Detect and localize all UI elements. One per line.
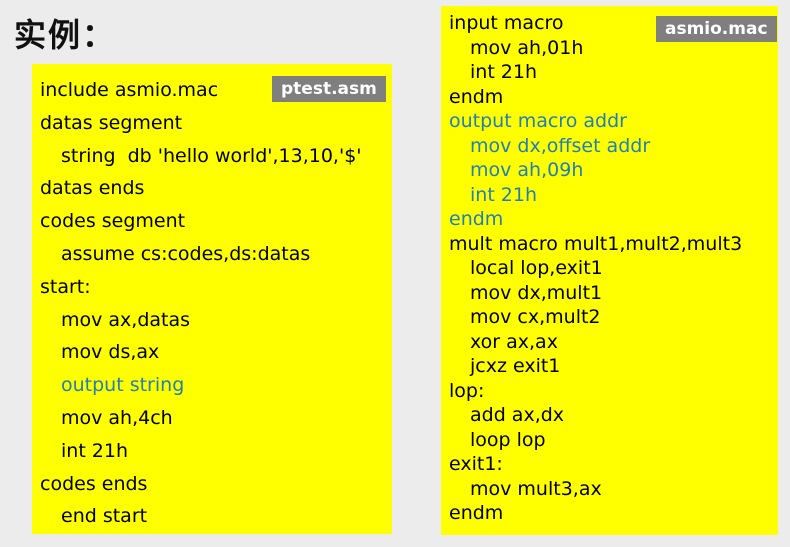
asmio-code-panel: input macro mov ah,01h int 21h endm outp…	[441, 6, 778, 535]
code-line: endm	[449, 208, 504, 230]
code-line: int 21h	[470, 183, 538, 206]
code-line: mov mult3,ax	[470, 477, 602, 500]
code-line: assume cs:codes,ds:datas	[61, 242, 311, 265]
code-line: codes ends	[40, 472, 148, 495]
code-line: exit1:	[449, 453, 503, 475]
code-line: xor ax,ax	[470, 330, 558, 353]
code-line: mult macro mult1,mult2,mult3	[449, 232, 743, 255]
code-line: mov ah,09h	[470, 159, 584, 181]
code-line: jcxz exit1	[470, 355, 561, 377]
code-line: mov ds,ax	[61, 341, 160, 364]
code-line: mov dx,offset addr	[470, 134, 651, 157]
code-line: loop lop	[470, 428, 546, 451]
code-line: add ax,dx	[470, 404, 565, 426]
code-line: end start	[61, 505, 148, 528]
code-line: codes segment	[40, 210, 186, 233]
code-line: datas segment	[40, 111, 183, 134]
asmio-filename-tag: asmio.mac	[656, 16, 777, 42]
code-line: output string	[61, 374, 185, 397]
code-line: int 21h	[61, 439, 129, 462]
code-line: mov ax,datas	[61, 308, 191, 331]
code-line: int 21h	[470, 61, 538, 83]
code-line: start:	[40, 275, 91, 298]
ptest-filename-tag: ptest.asm	[272, 76, 386, 102]
slide-title: 实例：	[14, 16, 117, 54]
code-line: string db 'hello world',13,10,'$'	[61, 144, 362, 167]
code-line: output macro addr	[449, 110, 627, 132]
code-line: mov cx,mult2	[470, 306, 601, 328]
code-line: mov ah,4ch	[61, 406, 173, 429]
code-line: endm	[449, 502, 504, 524]
ptest-code-panel: include asmio.mac datas segment string d…	[32, 64, 392, 534]
code-line: endm	[449, 85, 504, 108]
code-line: lop:	[449, 379, 485, 402]
code-line: datas ends	[40, 177, 145, 200]
code-line: local lop,exit1	[470, 257, 603, 279]
code-line: mov dx,mult1	[470, 281, 603, 304]
